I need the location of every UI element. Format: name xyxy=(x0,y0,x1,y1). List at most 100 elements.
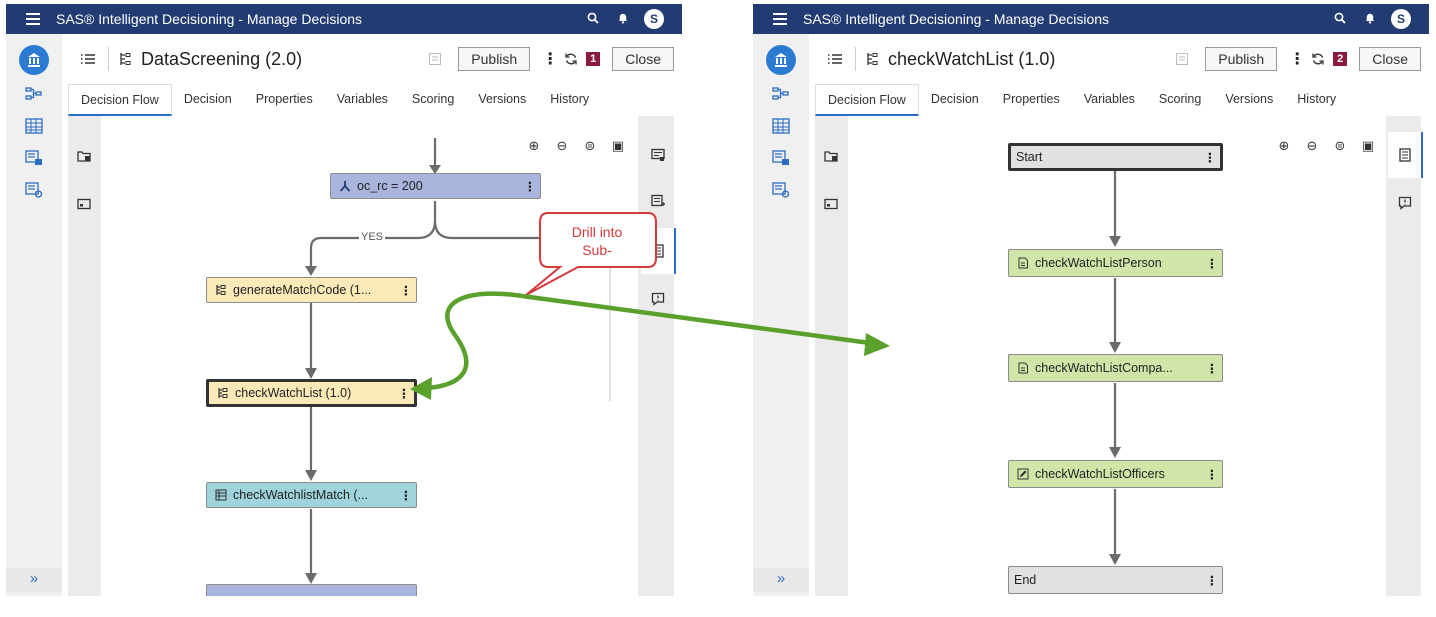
bell-icon[interactable] xyxy=(608,12,638,27)
decision-editor: DataScreening (2.0) Publish ⋮ 1 Close De… xyxy=(62,34,682,596)
tab-versions[interactable]: Versions xyxy=(466,84,538,116)
flow-icon[interactable] xyxy=(772,86,790,102)
properties-panel xyxy=(641,116,676,596)
decision-name: DataScreening (2.0) xyxy=(141,48,303,69)
flow-canvas[interactable]: ⊕ ⊖ ⊜ ▣ Start ⋮ checkWatchListPerson ⋮ c… xyxy=(848,116,1386,596)
objects-folder-icon[interactable] xyxy=(824,150,838,162)
decision-home-icon[interactable] xyxy=(766,45,796,75)
more-options-icon[interactable]: ⋮ xyxy=(1287,49,1307,69)
user-avatar[interactable]: S xyxy=(644,9,664,29)
overview-icon[interactable] xyxy=(77,198,91,210)
close-button[interactable]: Close xyxy=(612,47,674,71)
publish-button[interactable]: Publish xyxy=(458,47,531,71)
more-options-icon[interactable]: ⋮ xyxy=(540,49,560,69)
expand-nav-button[interactable]: » xyxy=(753,568,809,592)
save-icon[interactable] xyxy=(1175,52,1189,66)
expand-nav-button[interactable]: » xyxy=(6,568,62,592)
open-decisions-badge[interactable]: 2 xyxy=(1333,52,1348,66)
model-icon[interactable] xyxy=(772,182,790,198)
rule-set-icon[interactable] xyxy=(772,150,790,166)
tab-decision-flow[interactable]: Decision Flow xyxy=(68,84,172,116)
flow-icon[interactable] xyxy=(25,86,43,102)
app-title: SAS® Intelligent Decisioning - Manage De… xyxy=(803,11,1110,27)
close-button[interactable]: Close xyxy=(1359,47,1421,71)
notes-icon[interactable] xyxy=(651,292,665,306)
model-node-checkwatchlistcompany[interactable]: checkWatchListCompa... ⋮ xyxy=(1008,354,1223,382)
decision-icon xyxy=(867,53,878,65)
tab-variables[interactable]: Variables xyxy=(325,84,400,116)
node-more-icon[interactable]: ⋮ xyxy=(1204,467,1220,482)
subdecision-node-checkwatchlist[interactable]: checkWatchList (1.0) ⋮ xyxy=(206,379,417,407)
tab-scoring[interactable]: Scoring xyxy=(400,84,466,116)
zoom-out-icon[interactable]: ⊖ xyxy=(1303,138,1321,154)
user-avatar[interactable]: S xyxy=(1391,9,1411,29)
search-icon[interactable] xyxy=(578,12,608,27)
table-icon[interactable] xyxy=(25,118,43,134)
next-node-partial[interactable] xyxy=(206,584,417,596)
list-icon[interactable] xyxy=(80,53,96,65)
left-navigation: » xyxy=(753,34,809,596)
tab-variables[interactable]: Variables xyxy=(1072,84,1147,116)
search-icon[interactable] xyxy=(1325,12,1355,27)
overview-toggle-icon[interactable]: ▣ xyxy=(609,138,627,154)
publish-button[interactable]: Publish xyxy=(1205,47,1278,71)
save-icon[interactable] xyxy=(428,52,442,66)
node-more-icon[interactable]: ⋮ xyxy=(396,386,412,401)
decision-header: DataScreening (2.0) Publish ⋮ 1 Close xyxy=(62,34,682,84)
hamburger-menu-icon[interactable] xyxy=(26,10,40,28)
node-more-icon[interactable]: ⋮ xyxy=(1204,361,1220,376)
tab-history[interactable]: History xyxy=(538,84,601,116)
tab-decision[interactable]: Decision xyxy=(919,84,991,116)
app-titlebar: SAS® Intelligent Decisioning - Manage De… xyxy=(753,4,1429,34)
node-properties-icon[interactable] xyxy=(651,148,665,162)
hamburger-menu-icon[interactable] xyxy=(773,10,787,28)
rule-set-node-checkwatchlistmatch[interactable]: checkWatchlistMatch (... ⋮ xyxy=(206,482,417,508)
table-icon[interactable] xyxy=(772,118,790,134)
tab-history[interactable]: History xyxy=(1285,84,1348,116)
node-more-icon[interactable]: ⋮ xyxy=(1202,150,1218,165)
model-node-checkwatchlistperson[interactable]: checkWatchListPerson ⋮ xyxy=(1008,249,1223,277)
zoom-fit-icon[interactable]: ⊜ xyxy=(581,138,599,154)
open-decisions-badge[interactable]: 1 xyxy=(586,52,601,66)
tab-decision-flow[interactable]: Decision Flow xyxy=(815,84,919,116)
node-label: checkWatchList (1.0) xyxy=(235,386,352,400)
node-more-icon[interactable]: ⋮ xyxy=(522,179,538,194)
bell-icon[interactable] xyxy=(1355,12,1385,27)
sync-icon[interactable] xyxy=(1311,52,1325,66)
subdecision-node-generatematchcode[interactable]: generateMatchCode (1... ⋮ xyxy=(206,277,417,303)
callout-line-2: Sub- xyxy=(582,242,612,258)
tab-decision[interactable]: Decision xyxy=(172,84,244,116)
tab-versions[interactable]: Versions xyxy=(1213,84,1285,116)
code-file-icon xyxy=(1018,362,1028,374)
node-more-icon[interactable]: ⋮ xyxy=(398,283,414,298)
sync-icon[interactable] xyxy=(564,52,578,66)
details-icon[interactable] xyxy=(1398,148,1412,162)
tab-properties[interactable]: Properties xyxy=(244,84,325,116)
overview-icon[interactable] xyxy=(824,198,838,210)
node-more-icon[interactable]: ⋮ xyxy=(398,488,414,503)
zoom-in-icon[interactable]: ⊕ xyxy=(1275,138,1293,154)
node-more-icon[interactable]: ⋮ xyxy=(1204,573,1220,588)
end-node[interactable]: End ⋮ xyxy=(1008,566,1223,594)
zoom-in-icon[interactable]: ⊕ xyxy=(525,138,543,154)
start-node[interactable]: Start ⋮ xyxy=(1008,143,1223,171)
overview-toggle-icon[interactable]: ▣ xyxy=(1359,138,1377,154)
tab-scoring[interactable]: Scoring xyxy=(1147,84,1213,116)
node-more-icon[interactable]: ⋮ xyxy=(1204,256,1220,271)
tab-properties[interactable]: Properties xyxy=(991,84,1072,116)
rule-set-icon[interactable] xyxy=(25,150,43,166)
notes-icon[interactable] xyxy=(1398,196,1412,210)
model-icon[interactable] xyxy=(25,182,43,198)
decision-home-icon[interactable] xyxy=(19,45,49,75)
zoom-fit-icon[interactable]: ⊜ xyxy=(1331,138,1349,154)
decision-window-checkwatchlist: SAS® Intelligent Decisioning - Manage De… xyxy=(753,4,1429,596)
variables-panel-icon[interactable] xyxy=(651,194,665,208)
flow-canvas[interactable]: YES ⊕ ⊖ ⊜ ▣ oc_rc = 200 ⋮ generateMatchC… xyxy=(101,116,638,596)
details-icon[interactable] xyxy=(651,244,665,258)
zoom-out-icon[interactable]: ⊖ xyxy=(553,138,571,154)
objects-folder-icon[interactable] xyxy=(77,150,91,162)
list-icon[interactable] xyxy=(827,53,843,65)
condition-node[interactable]: oc_rc = 200 ⋮ xyxy=(330,173,541,199)
model-node-checkwatchlistofficers[interactable]: checkWatchListOfficers ⋮ xyxy=(1008,460,1223,488)
node-label: checkWatchListCompa... xyxy=(1035,361,1173,375)
